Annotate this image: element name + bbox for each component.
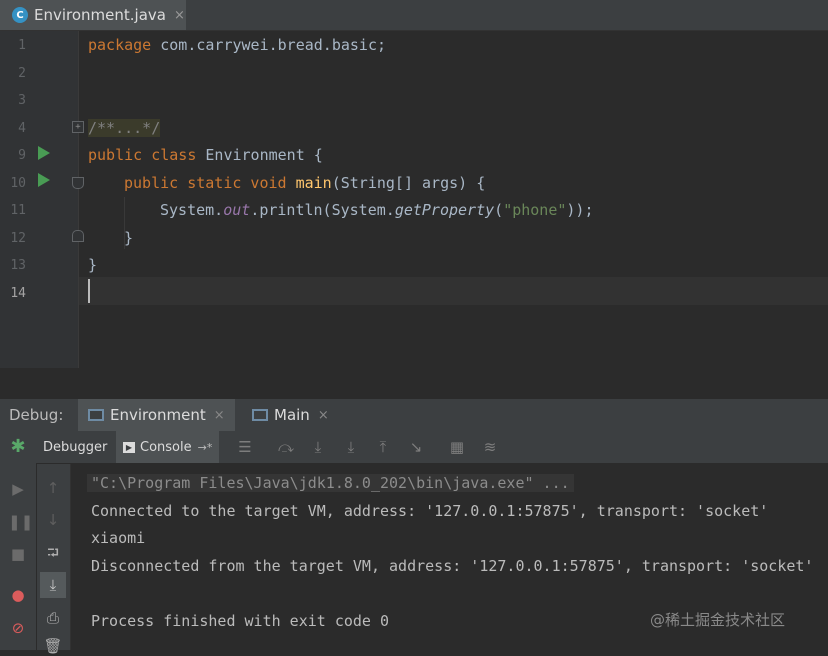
debug-tab-main[interactable]: Main × [242,399,339,431]
static-method: getProperty [394,201,495,219]
pause-icon[interactable]: ❚❚ [8,512,33,532]
close-icon[interactable]: × [174,8,185,23]
layout-icon[interactable]: ☰ [236,438,254,456]
run-config-icon [252,409,268,421]
code-line-9: public class Environment { [88,146,323,164]
step-over-icon[interactable]: ⤓ [309,438,327,456]
static-field: out [223,201,251,219]
package-name: com.carrywei.bread.basic; [151,36,387,54]
code-token: System. [160,201,224,219]
code-token: .println(System. [250,201,395,219]
console-line: Connected to the target VM, address: '12… [91,502,769,520]
debug-toolbar: Debugger ▶ Console →* ☰ ⤼ ⤓ ⤓ ⤒ ↘ ▦ ≋ [36,431,828,464]
run-main-icon[interactable] [38,173,50,187]
console-command-line: "C:\Program Files\Java\jdk1.8.0_202\bin\… [87,474,574,492]
closing-brace: } [88,256,98,274]
debug-title: Debug: [9,406,64,424]
line-number: 4 [18,121,26,136]
watermark: @稀土掘金技术社区 [650,611,786,629]
editor-tab-label: Environment.java [34,6,166,24]
soft-wrap-icon[interactable]: ⮒ [43,543,63,563]
line-number: 9 [18,148,26,163]
debugger-label: Debugger [43,439,108,455]
step-into-icon[interactable]: ⤓ [342,438,360,456]
console-line: xiaomi [91,529,146,547]
code-token: ( [494,201,504,219]
code-line-4: /**...*/ [88,119,161,137]
text-caret [88,279,90,303]
editor-gutter: 1 2 3 4 9 10 11 12 13 14 + [0,31,84,368]
closing-brace: } [124,229,134,247]
console-side-toolbar: ↑ ↓ ⮒ ⤓ ⎙ 🗑 [37,464,71,655]
keyword: package [88,36,152,54]
bug-icon[interactable]: ✱ [8,437,28,457]
line-number: 12 [10,231,26,246]
debug-tool-window-header: Debug: Environment × Main × [0,398,828,431]
debug-tab-environment[interactable]: Environment × [78,399,235,431]
debug-tab-label: Main [274,406,310,424]
resume-icon[interactable]: ▶ [8,479,28,499]
code-editor[interactable]: 1 2 3 4 9 10 11 12 13 14 + package com.c… [0,31,828,368]
string-literal: "phone" [503,201,567,219]
code-line-1: package com.carrywei.bread.basic; [88,36,386,54]
line-number: 2 [18,66,26,81]
fold-end-icon[interactable] [72,230,84,242]
evaluate-expression-icon[interactable]: ▦ [448,438,466,456]
line-number: 14 [10,286,26,301]
tab-console[interactable]: ▶ Console →* [116,431,220,463]
print-icon[interactable]: ⎙ [43,608,63,628]
console-line: Disconnected from the target VM, address… [91,557,814,575]
method-params: (String[] args) { [331,174,486,192]
line-number: 10 [10,176,26,191]
run-to-cursor-icon[interactable]: ↘ [407,438,425,456]
close-icon[interactable]: × [318,408,329,423]
class-c-icon: C [12,7,28,23]
run-config-icon [88,409,104,421]
console-label: Console [140,439,192,455]
keyword: public static void [124,174,287,192]
code-line-11: System.out.println(System.getProperty("p… [160,201,594,219]
line-number: 3 [18,93,26,108]
fold-expand-icon[interactable]: + [72,121,84,133]
line-number: 11 [10,203,26,218]
debug-tab-label: Environment [110,406,206,424]
mute-breakpoints-icon[interactable]: ⊘ [8,618,28,638]
code-line-12: } [124,229,133,247]
show-execution-point-icon[interactable]: ⤼ [277,438,295,456]
step-out-icon[interactable]: ⤒ [374,438,392,456]
folded-comment[interactable]: /**...*/ [88,119,161,137]
run-class-icon[interactable] [38,146,50,160]
scroll-to-end-icon[interactable]: ⤓ [40,572,66,598]
tab-debugger[interactable]: Debugger [36,431,114,463]
code-line-10: public static void main(String[] args) { [124,174,485,192]
view-breakpoints-icon[interactable]: ● [8,585,28,605]
current-line-highlight [79,277,828,305]
editor-tab-environment-java[interactable]: C Environment.java × [0,0,186,30]
stop-icon[interactable]: ■ [8,544,28,564]
debug-left-toolbar: ✱ ▶ ❚❚ ■ ● ⊘ [0,431,37,650]
console-line: Process finished with exit code 0 [91,612,390,630]
console-icon: ▶ [123,441,135,453]
keyword: public class [88,146,197,164]
code-line-13: } [88,256,97,274]
line-number: 13 [10,258,26,273]
class-declaration: Environment { [196,146,323,164]
trace-icon[interactable]: ≋ [481,438,499,456]
method-name: main [295,174,332,192]
console-arrow-icon: →* [197,440,213,454]
trash-icon[interactable]: 🗑 [43,636,63,656]
fold-collapse-icon[interactable] [72,177,84,189]
editor-tab-bar: C Environment.java × [0,0,828,31]
code-token: )); [566,201,594,219]
down-arrow-icon[interactable]: ↓ [43,510,63,530]
line-number: 1 [18,38,26,53]
up-arrow-icon[interactable]: ↑ [43,478,63,498]
close-icon[interactable]: × [214,408,225,423]
